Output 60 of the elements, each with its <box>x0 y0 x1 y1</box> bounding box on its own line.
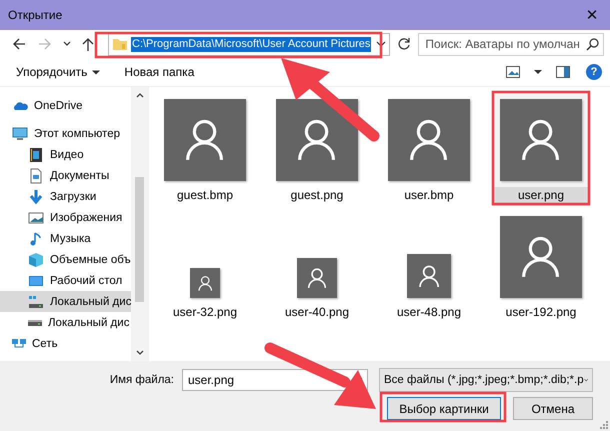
caret-icon[interactable] <box>376 40 386 48</box>
sidebar-item[interactable]: Этот компьютер <box>0 123 131 144</box>
film-icon <box>28 146 44 162</box>
avatar-thumbnail <box>407 254 451 298</box>
sidebar-item[interactable]: Изображения <box>0 207 131 228</box>
help-button[interactable]: ? <box>586 64 602 80</box>
sidebar-item[interactable]: Локальный дис <box>0 312 131 333</box>
sidebar-item[interactable]: Сеть <box>0 333 131 354</box>
search-icon[interactable] <box>586 38 599 50</box>
avatar-thumbnail <box>190 268 220 298</box>
document-icon <box>28 168 44 184</box>
search-field[interactable]: Поиск: Аватары по умолчан <box>418 32 604 56</box>
download-icon <box>28 188 44 204</box>
sidebar-item[interactable]: Объемные объ <box>0 249 131 270</box>
file-item[interactable]: user-48.png <box>381 205 477 320</box>
new-folder-button[interactable]: Новая папка <box>118 63 200 81</box>
network-icon <box>12 339 26 348</box>
select-picture-button[interactable]: Выбор картинки <box>387 397 501 420</box>
file-name: guest.png <box>290 187 344 203</box>
address-path: C:\ProgramData\Microsoft\User Account Pictures <box>131 36 372 52</box>
cube-icon <box>28 252 44 268</box>
window-title: Открытие <box>8 8 62 22</box>
file-item[interactable]: guest.png <box>269 93 365 205</box>
file-item[interactable]: user-32.png <box>157 205 253 320</box>
file-item[interactable]: user.bmp <box>381 93 477 205</box>
file-name: user.bmp <box>403 187 455 203</box>
drive-icon <box>28 294 44 310</box>
folder-icon <box>112 36 128 52</box>
caret-icon <box>92 70 100 74</box>
sidebar-item[interactable]: Рабочий стол <box>0 270 131 291</box>
sidebar-item[interactable]: Музыка <box>0 228 131 249</box>
scrollbar-thumb[interactable] <box>135 177 144 302</box>
scrollbar[interactable] <box>131 87 148 361</box>
file-type-dropdown[interactable]: Все файлы (*.jpg;*.jpeg;*.bmp;*.dib;*.p <box>379 368 593 392</box>
file-item[interactable]: user-40.png <box>269 205 365 320</box>
cancel-button[interactable]: Отмена <box>513 397 593 420</box>
sidebar-item[interactable]: Локальный дис <box>0 291 131 312</box>
organize-button[interactable]: Упорядочить <box>10 63 106 81</box>
file-name: guest.bmp <box>176 187 234 203</box>
avatar-thumbnail <box>297 258 337 298</box>
file-item[interactable]: user-192.png <box>493 205 589 320</box>
address-bar[interactable]: C:\ProgramData\Microsoft\User Account Pictures <box>108 32 390 56</box>
drive-icon <box>28 320 42 326</box>
file-name-label: Имя файла: <box>110 374 174 386</box>
sidebar-item[interactable]: Видео <box>0 144 131 165</box>
sidebar-item[interactable]: Документы <box>0 165 131 186</box>
picture-icon <box>28 210 44 226</box>
file-item[interactable]: user.png <box>493 93 589 205</box>
monitor-icon <box>12 126 28 142</box>
file-name: user-48.png <box>396 304 462 320</box>
file-name: user.png <box>493 187 589 203</box>
resize-grip-icon[interactable] <box>600 421 608 429</box>
caret-icon <box>584 377 588 383</box>
sidebar-item[interactable]: Загрузки <box>0 186 131 207</box>
file-item[interactable]: guest.bmp <box>157 93 253 205</box>
file-name: user-40.png <box>284 304 350 320</box>
file-name: user-192.png <box>504 304 578 320</box>
sidebar-item[interactable]: OneDrive <box>0 95 131 116</box>
close-button[interactable]: ✕ <box>574 0 610 30</box>
file-name: user-32.png <box>172 304 238 320</box>
